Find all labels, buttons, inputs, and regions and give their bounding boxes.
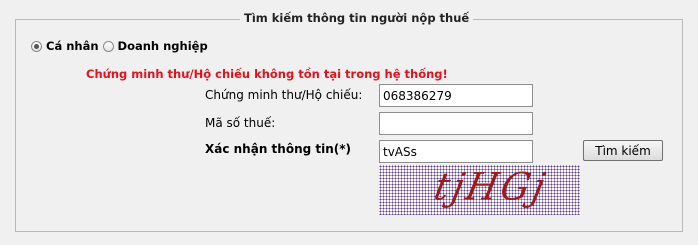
- individual-radio-label[interactable]: Cá nhân: [46, 39, 99, 53]
- tax-code-label: Mã số thuế:: [205, 116, 276, 130]
- search-button[interactable]: Tìm kiếm: [583, 140, 663, 161]
- captcha-image: tjHGj: [379, 165, 580, 215]
- tax-code-input[interactable]: [379, 112, 533, 135]
- id-number-input[interactable]: [379, 84, 533, 107]
- id-number-label: Chứng minh thư/Hộ chiếu:: [205, 88, 363, 102]
- fieldset-legend: Tìm kiếm thông tin người nộp thuế: [240, 11, 474, 25]
- error-message: Chứng minh thư/Hộ chiếu không tồn tại tr…: [86, 67, 448, 81]
- captcha-label: Xác nhận thông tin(*): [205, 142, 352, 156]
- taxpayer-type-group: Cá nhân Doanh nghiệp: [31, 39, 212, 53]
- enterprise-radio-label[interactable]: Doanh nghiệp: [118, 39, 208, 53]
- enterprise-radio[interactable]: [102, 40, 114, 52]
- individual-radio[interactable]: [31, 40, 42, 52]
- captcha-image-text: tjHGj: [430, 165, 552, 210]
- captcha-input[interactable]: [379, 140, 533, 163]
